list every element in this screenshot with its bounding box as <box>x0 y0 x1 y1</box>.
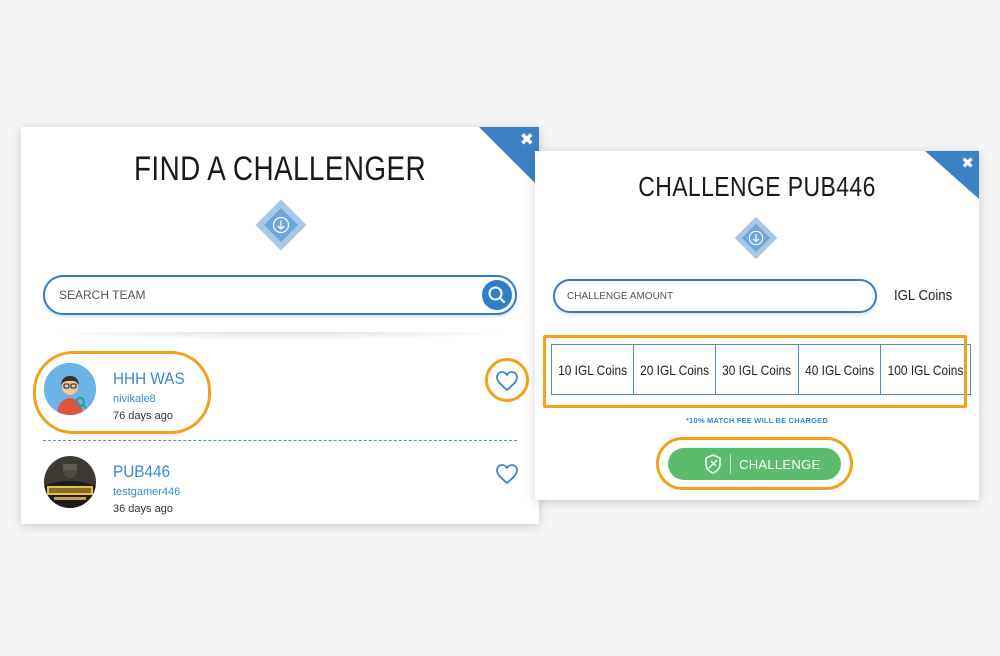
find-challenger-modal: ✖ FIND A CHALLENGER SEARCH TEAM HHH WAS … <box>21 127 539 524</box>
team-name[interactable]: PUB446 <box>113 462 170 482</box>
challenge-amount-input[interactable] <box>567 281 875 311</box>
highlight-challenge-button <box>656 437 853 490</box>
arrow-down-icon <box>734 216 778 260</box>
close-icon[interactable]: ✖ <box>520 132 534 149</box>
search-button[interactable] <box>482 280 512 310</box>
search-team-input[interactable] <box>59 277 471 313</box>
challenge-amount-field <box>553 279 877 313</box>
highlight-heart <box>485 358 529 402</box>
challenge-modal: ✖ CHALLENGE PUB446 IGL Coins 10 IGL Coin… <box>535 151 979 500</box>
row-separator <box>43 440 517 441</box>
highlight-coin-options <box>543 335 967 408</box>
heart-icon[interactable] <box>495 463 519 485</box>
close-icon[interactable]: ✖ <box>961 156 974 171</box>
currency-label: IGL Coins <box>894 287 953 304</box>
match-fee-note: *10% MATCH FEE WILL BE CHARGED <box>686 416 828 425</box>
challenge-title: CHALLENGE PUB446 <box>638 171 876 202</box>
team-username: testgamer446 <box>113 486 181 498</box>
search-team-field <box>43 275 517 315</box>
arrow-down-icon <box>255 199 307 251</box>
avatar <box>44 456 96 508</box>
team-timestamp: 36 days ago <box>113 503 173 515</box>
highlight-team-row <box>33 351 211 434</box>
find-challenger-title: FIND A CHALLENGER <box>133 150 427 188</box>
list-divider <box>45 332 515 340</box>
search-icon <box>488 286 506 304</box>
